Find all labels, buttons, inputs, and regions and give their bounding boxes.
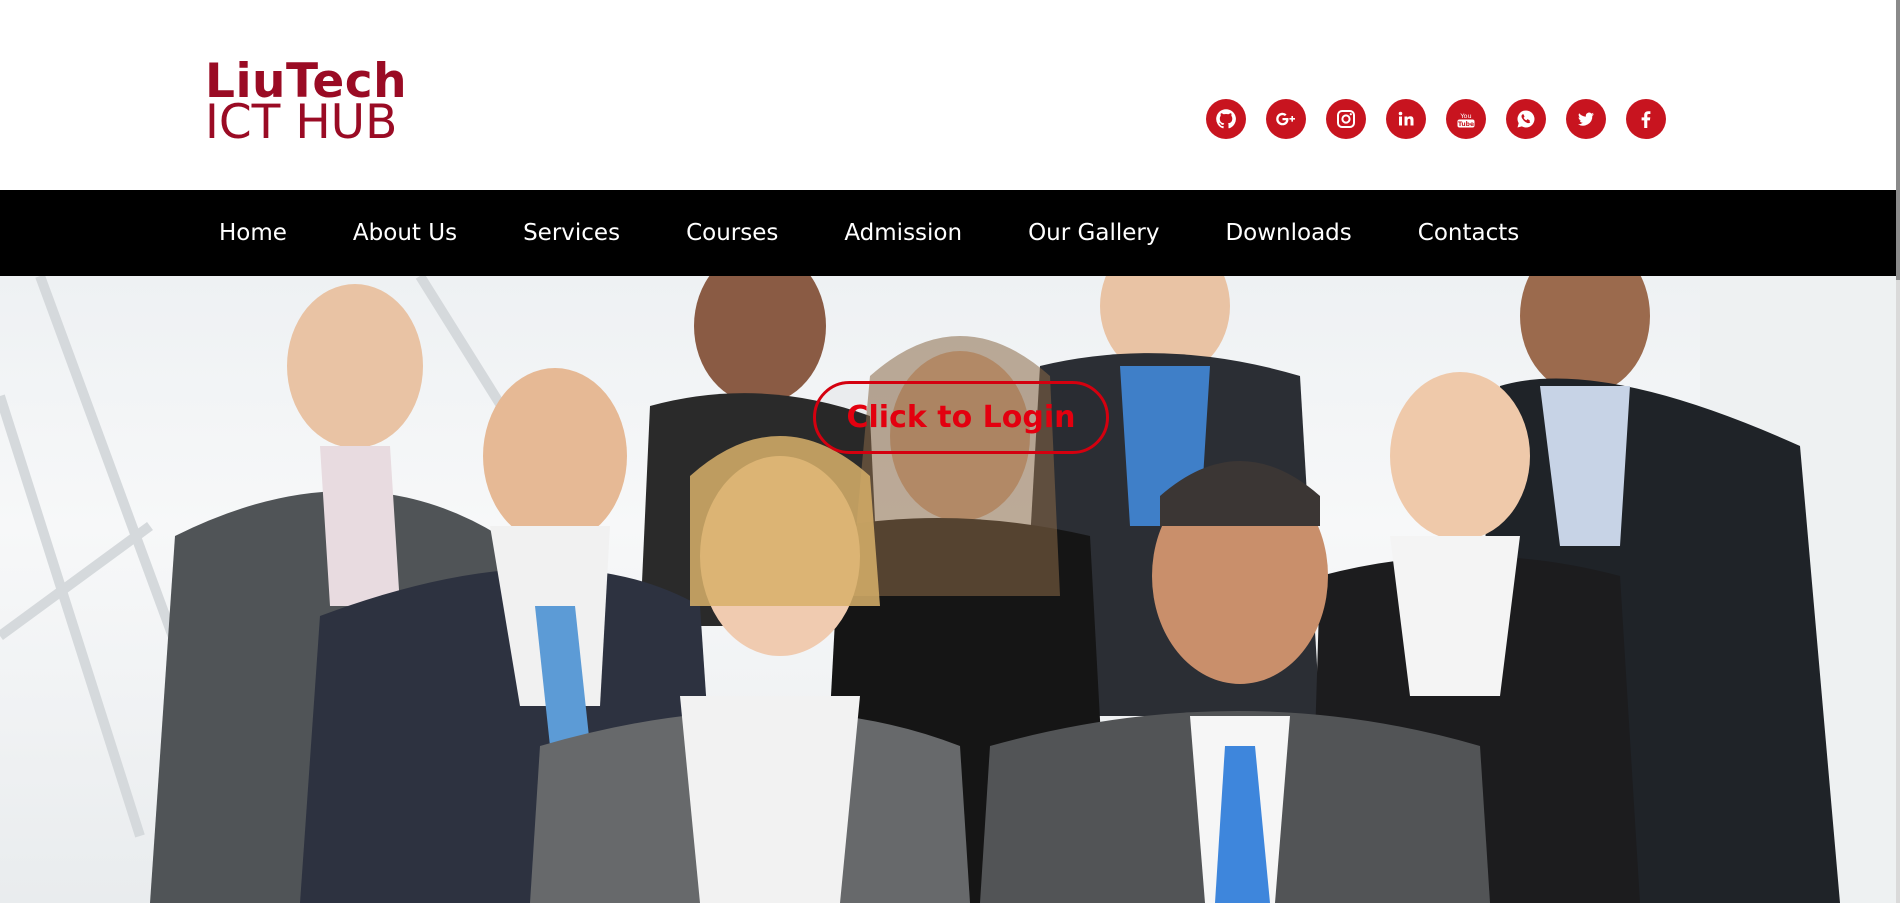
linkedin-icon[interactable] [1386,99,1426,139]
nav-item-admission[interactable]: Admission [844,220,962,246]
hero-banner: Click to Login [0,276,1896,903]
nav-item-home[interactable]: Home [219,220,287,246]
instagram-icon[interactable] [1326,99,1366,139]
nav-item-about-us[interactable]: About Us [353,220,457,246]
site-header: LiuTech ICT HUB You Tube [0,0,1896,190]
twitter-icon[interactable] [1566,99,1606,139]
nav-item-our-gallery[interactable]: Our Gallery [1028,220,1159,246]
login-button[interactable]: Click to Login [813,381,1109,454]
svg-text:Tube: Tube [1458,121,1474,128]
github-icon[interactable] [1206,99,1246,139]
nav-menu: Home About Us Services Courses Admission… [219,190,1585,276]
hero-team-image [0,276,1896,903]
scrollbar-thumb[interactable] [1896,0,1900,280]
nav-item-contacts[interactable]: Contacts [1418,220,1519,246]
facebook-icon[interactable] [1626,99,1666,139]
whatsapp-icon[interactable] [1506,99,1546,139]
svg-text:You: You [1459,112,1471,120]
social-links: You Tube [1206,99,1666,139]
google-plus-icon[interactable] [1266,99,1306,139]
site-logo[interactable]: LiuTech ICT HUB [205,58,407,150]
logo-line-2: ICT HUB [205,94,398,150]
nav-item-services[interactable]: Services [523,220,620,246]
nav-item-courses[interactable]: Courses [686,220,778,246]
youtube-icon[interactable]: You Tube [1446,99,1486,139]
nav-item-downloads[interactable]: Downloads [1225,220,1351,246]
main-navigation: Home About Us Services Courses Admission… [0,190,1896,276]
page-scrollbar[interactable] [1896,0,1900,903]
